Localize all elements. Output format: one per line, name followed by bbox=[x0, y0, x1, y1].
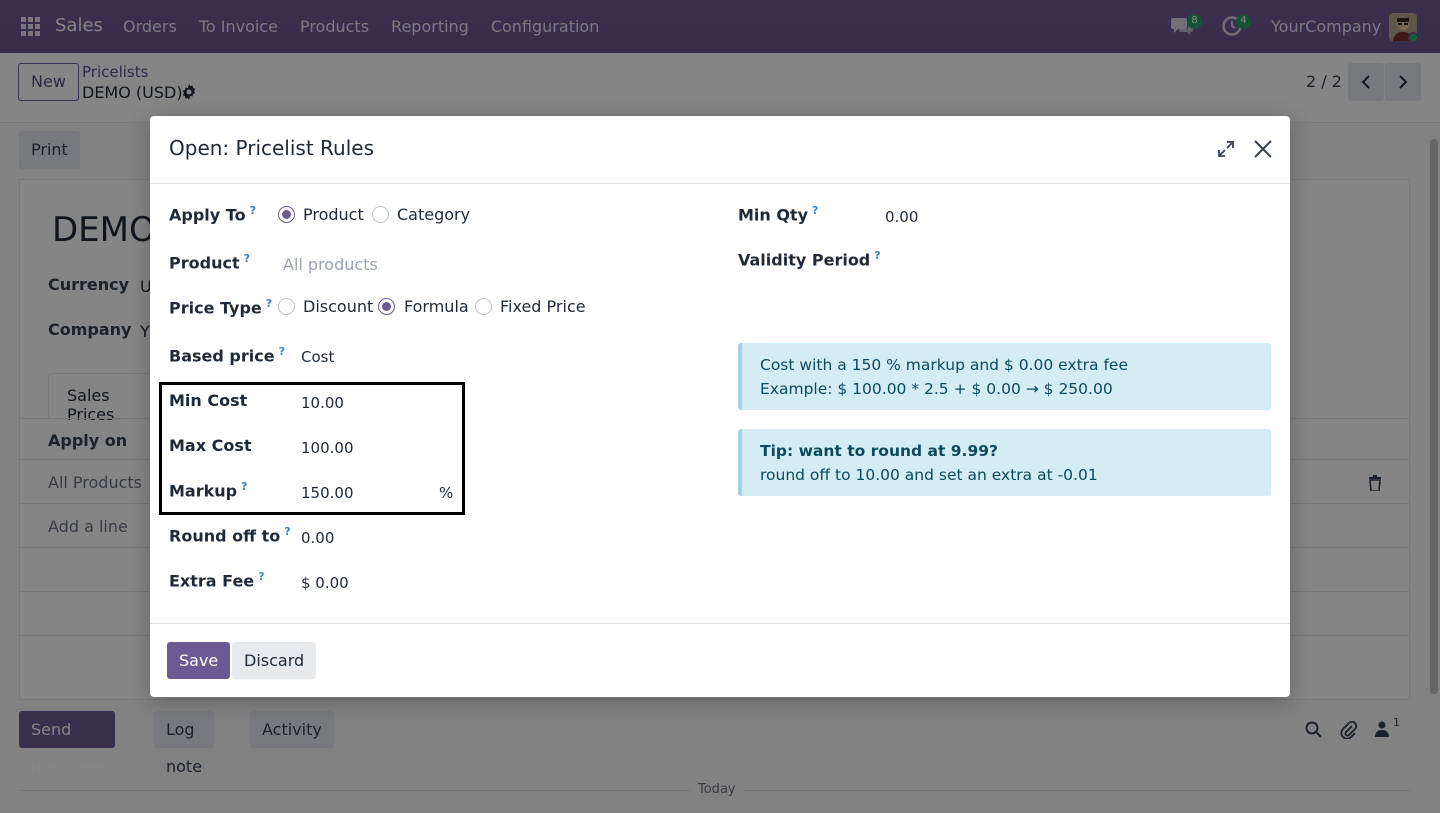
product-input[interactable]: All products bbox=[283, 255, 378, 274]
expand-icon[interactable] bbox=[1217, 140, 1235, 158]
save-button[interactable]: Save bbox=[167, 642, 231, 679]
help-tooltip-icon[interactable]: ? bbox=[812, 204, 818, 217]
markup-label: Markup? bbox=[169, 480, 248, 501]
help-tooltip-icon[interactable]: ? bbox=[266, 297, 272, 310]
price-type-formula-radio[interactable] bbox=[378, 298, 395, 315]
apply-to-label: Apply To? bbox=[169, 204, 256, 225]
dialog-footer: Save Discard bbox=[150, 623, 1290, 697]
help-tooltip-icon[interactable]: ? bbox=[279, 345, 285, 358]
extra-fee-label: Extra Fee? bbox=[169, 570, 265, 591]
price-type-discount-label[interactable]: Discount bbox=[303, 297, 373, 316]
price-type-discount-radio[interactable] bbox=[278, 298, 295, 315]
apply-to-category-label[interactable]: Category bbox=[397, 205, 470, 224]
tip-title: Tip: want to round at 9.99? bbox=[760, 442, 999, 460]
max-cost-label: Max Cost bbox=[169, 436, 252, 455]
help-tooltip-icon[interactable]: ? bbox=[874, 249, 880, 262]
based-price-select[interactable]: Cost bbox=[301, 348, 334, 366]
min-cost-label: Min Cost bbox=[169, 391, 248, 410]
formula-description: Cost with a 150 % markup and $ 0.00 extr… bbox=[760, 356, 1129, 374]
price-type-fixed-label[interactable]: Fixed Price bbox=[500, 297, 586, 316]
markup-input[interactable]: 150.00 bbox=[301, 484, 354, 502]
max-cost-input[interactable]: 100.00 bbox=[301, 439, 354, 457]
formula-info-alert: Cost with a 150 % markup and $ 0.00 extr… bbox=[738, 343, 1271, 410]
dialog-title: Open: Pricelist Rules bbox=[169, 136, 374, 160]
validity-period-label: Validity Period? bbox=[738, 249, 881, 270]
discard-button[interactable]: Discard bbox=[232, 642, 317, 679]
tip-body: round off to 10.00 and set an extra at -… bbox=[760, 466, 1098, 484]
markup-unit: % bbox=[439, 484, 454, 502]
min-qty-input[interactable]: 0.00 bbox=[885, 208, 918, 226]
product-label: Product? bbox=[169, 252, 250, 273]
dialog-header: Open: Pricelist Rules bbox=[150, 116, 1290, 184]
round-off-label: Round off to? bbox=[169, 525, 291, 546]
price-type-formula-label[interactable]: Formula bbox=[404, 297, 469, 316]
based-price-label: Based price? bbox=[169, 345, 285, 366]
apply-to-category-radio[interactable] bbox=[372, 206, 389, 223]
min-qty-label: Min Qty? bbox=[738, 204, 819, 225]
price-type-fixed-radio[interactable] bbox=[475, 298, 492, 315]
apply-to-product-radio[interactable] bbox=[278, 206, 295, 223]
help-tooltip-icon[interactable]: ? bbox=[284, 525, 290, 538]
min-cost-input[interactable]: 10.00 bbox=[301, 394, 344, 412]
pricelist-rule-dialog: Open: Pricelist Rules Apply To? Product … bbox=[150, 116, 1290, 697]
apply-to-product-label[interactable]: Product bbox=[303, 205, 364, 224]
help-tooltip-icon[interactable]: ? bbox=[250, 204, 256, 217]
price-type-label: Price Type? bbox=[169, 297, 273, 318]
help-tooltip-icon[interactable]: ? bbox=[258, 570, 264, 583]
help-tooltip-icon[interactable]: ? bbox=[241, 480, 247, 493]
extra-fee-input[interactable]: $ 0.00 bbox=[301, 574, 349, 592]
help-tooltip-icon[interactable]: ? bbox=[244, 252, 250, 265]
round-off-input[interactable]: 0.00 bbox=[301, 529, 334, 547]
rounding-tip-alert: Tip: want to round at 9.99? round off to… bbox=[738, 429, 1271, 496]
close-icon[interactable] bbox=[1253, 139, 1273, 159]
formula-example: Example: $ 100.00 * 2.5 + $ 0.00 → $ 250… bbox=[760, 380, 1113, 398]
